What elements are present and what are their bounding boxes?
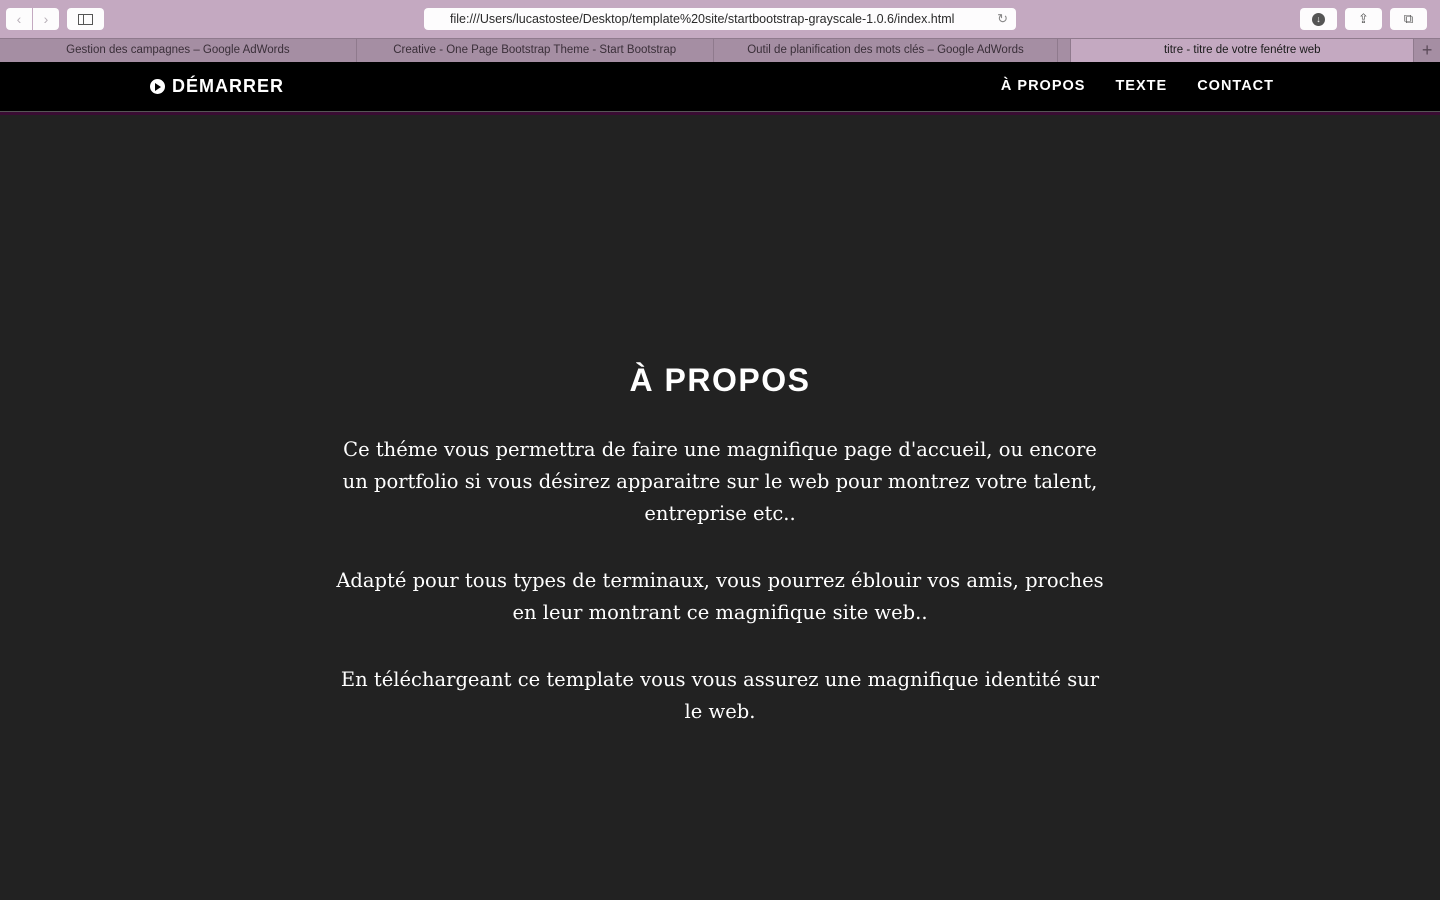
plus-icon: + xyxy=(1421,40,1433,60)
tab-overview-button[interactable]: ⧉ xyxy=(1390,8,1427,30)
sidebar-toggle-button[interactable] xyxy=(67,8,104,30)
browser-tab[interactable]: Gestion des campagnes – Google AdWords xyxy=(0,39,357,62)
brand-link[interactable]: DÉMARRER xyxy=(150,76,284,97)
new-tab-button[interactable]: + xyxy=(1414,39,1440,62)
forward-button[interactable]: › xyxy=(33,8,59,30)
about-paragraph: En téléchargeant ce template vous vous a… xyxy=(340,668,1100,723)
browser-tab[interactable]: Creative - One Page Bootstrap Theme - St… xyxy=(357,39,714,62)
tab-bar: Gestion des campagnes – Google AdWords C… xyxy=(0,38,1440,62)
nav-menu: À PROPOS TEXTE CONTACT xyxy=(1001,78,1274,94)
reload-icon[interactable]: ↻ xyxy=(997,8,1008,30)
tab-overview-icon: ⧉ xyxy=(1403,11,1414,26)
browser-tab[interactable]: Outil de planification des mots clés – G… xyxy=(714,39,1059,62)
nav-link-text[interactable]: TEXTE xyxy=(1115,78,1167,94)
share-icon: ⇪ xyxy=(1358,11,1369,26)
download-icon: ↓ xyxy=(1312,12,1325,26)
site-navbar: DÉMARRER À PROPOS TEXTE CONTACT xyxy=(0,62,1440,115)
tab-spacer xyxy=(1058,39,1072,62)
nav-link-contact[interactable]: CONTACT xyxy=(1197,78,1274,94)
browser-toolbar: ‹ › file:///Users/lucastostee/Desktop/te… xyxy=(0,0,1440,38)
play-circle-icon xyxy=(150,79,165,94)
section-title: À PROPOS xyxy=(629,362,811,398)
brand-label: DÉMARRER xyxy=(172,76,285,96)
browser-tab-active[interactable]: titre - titre de votre fenétre web xyxy=(1071,39,1415,62)
downloads-button[interactable]: ↓ xyxy=(1300,8,1337,30)
chevron-right-icon: › xyxy=(43,11,49,27)
share-button[interactable]: ⇪ xyxy=(1345,8,1382,30)
about-paragraph: Ce théme vous permettra de faire une mag… xyxy=(342,438,1098,525)
nav-link-about[interactable]: À PROPOS xyxy=(1001,78,1086,94)
sidebar-icon xyxy=(78,13,93,25)
about-section: À PROPOS Ce théme vous permettra de fair… xyxy=(0,116,1440,900)
about-paragraph: Adapté pour tous types de terminaux, vou… xyxy=(336,569,1104,624)
back-button[interactable]: ‹ xyxy=(6,8,32,30)
url-text: file:///Users/lucastostee/Desktop/templa… xyxy=(450,12,955,26)
address-bar[interactable]: file:///Users/lucastostee/Desktop/templa… xyxy=(424,8,1016,30)
chevron-left-icon: ‹ xyxy=(16,11,22,27)
